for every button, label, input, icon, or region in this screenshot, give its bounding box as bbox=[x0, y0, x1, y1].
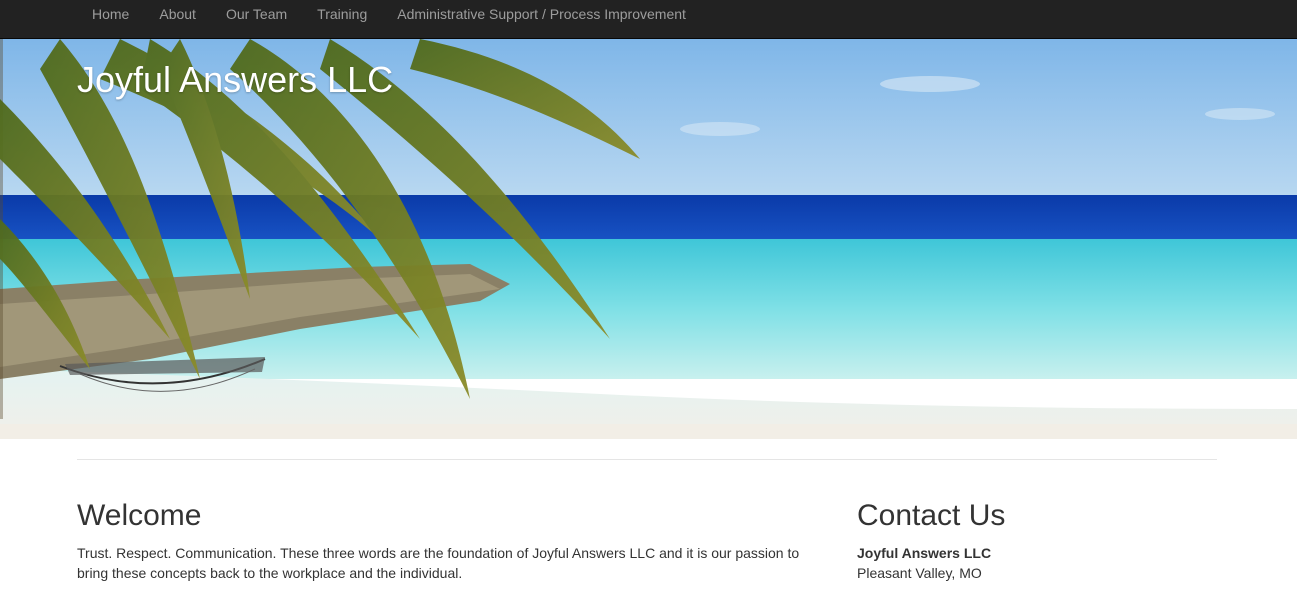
top-navbar: Home About Our Team Training Administrat… bbox=[0, 0, 1297, 39]
nav-link-admin-support[interactable]: Administrative Support / Process Improve… bbox=[382, 0, 701, 39]
welcome-section: Welcome Trust. Respect. Communication. T… bbox=[77, 498, 827, 583]
contact-section: Contact Us Joyful Answers LLC Pleasant V… bbox=[857, 498, 1217, 583]
welcome-text: Trust. Respect. Communication. These thr… bbox=[77, 545, 800, 581]
welcome-heading: Welcome bbox=[77, 499, 202, 532]
hero-banner: Joyful Answers LLC bbox=[0, 39, 1297, 439]
nav-link-home[interactable]: Home bbox=[77, 0, 144, 39]
section-divider bbox=[77, 459, 1217, 460]
contact-company-name: Joyful Answers LLC bbox=[857, 545, 992, 561]
nav-link-about[interactable]: About bbox=[144, 0, 211, 39]
contact-heading: Contact Us bbox=[857, 499, 1006, 532]
nav-menu: Home About Our Team Training Administrat… bbox=[77, 0, 701, 39]
contact-location: Pleasant Valley, MO bbox=[857, 565, 982, 581]
nav-link-our-team[interactable]: Our Team bbox=[211, 0, 302, 39]
site-title: Joyful Answers LLC bbox=[77, 59, 394, 100]
nav-link-training[interactable]: Training bbox=[302, 0, 382, 39]
